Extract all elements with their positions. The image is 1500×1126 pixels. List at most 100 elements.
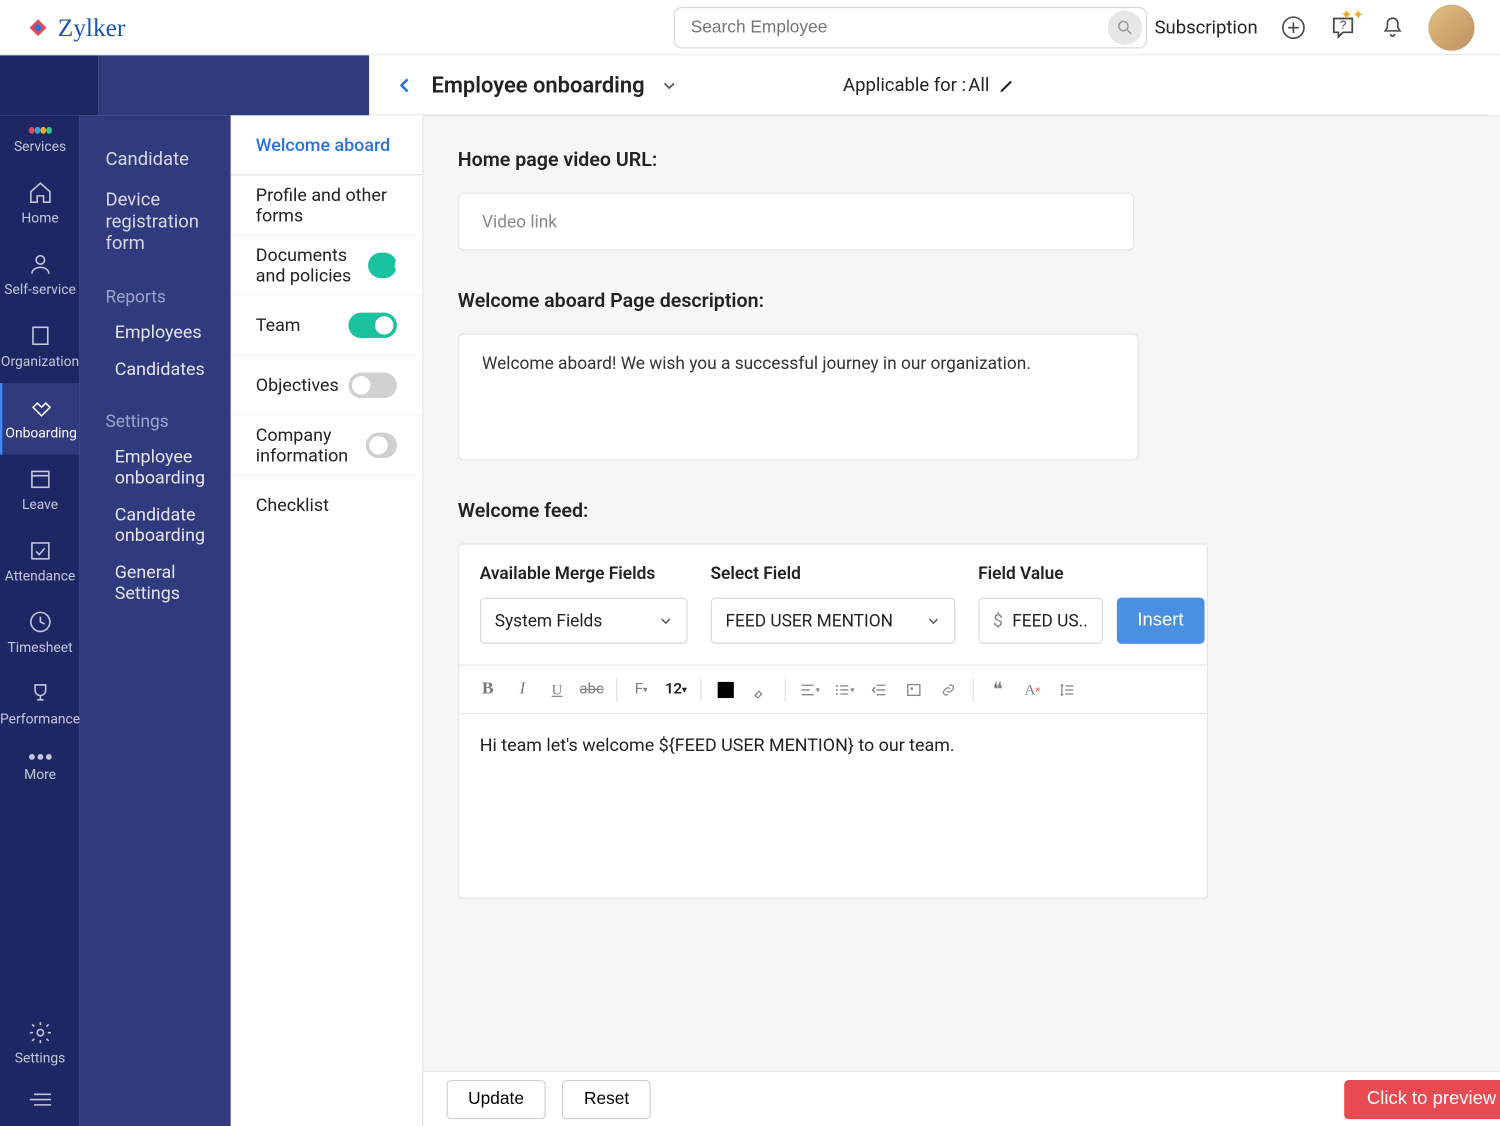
title-dropdown[interactable] (661, 77, 677, 93)
brand-logo[interactable]: Zylker (25, 12, 125, 42)
image-icon (905, 681, 921, 697)
back-button[interactable] (395, 74, 416, 95)
tab-checklist[interactable]: Checklist (230, 475, 422, 535)
sparkle-icon: ✦✦ (1341, 6, 1364, 22)
outdent-button[interactable] (866, 677, 891, 702)
nav-general-settings[interactable]: General Settings (80, 554, 230, 612)
pencil-icon (999, 76, 1017, 94)
rail-item-performance[interactable]: Performance (0, 669, 80, 741)
image-button[interactable] (901, 677, 926, 702)
underline-button[interactable]: U (544, 677, 569, 702)
tab-documents-policies[interactable]: Documents and policies (230, 235, 422, 295)
tab-team[interactable]: Team (230, 295, 422, 355)
welcome-feed-box: Available Merge Fields System Fields Sel… (458, 543, 1208, 898)
calendar-check-icon (27, 538, 52, 563)
rail-item-organization[interactable]: Organization (0, 312, 80, 384)
list-icon (834, 681, 850, 697)
rail-item-selfservice[interactable]: Self-service (0, 240, 80, 312)
nav-candidate[interactable]: Candidate (80, 138, 230, 178)
video-url-placeholder: Video link (482, 211, 557, 232)
line-height-icon (1059, 681, 1075, 697)
highlighter-icon (752, 681, 768, 697)
page-header: Employee onboarding Applicable for :All (369, 55, 1488, 115)
services-icon (29, 127, 52, 134)
video-url-input[interactable]: Video link (458, 193, 1134, 251)
left-rail: Services Home Self-service Organization … (0, 115, 80, 1126)
add-button[interactable] (1281, 14, 1306, 39)
rail-item-collapse[interactable] (0, 1080, 80, 1126)
person-icon (27, 252, 52, 277)
link-button[interactable] (935, 677, 960, 702)
applicable-label: Applicable for : (843, 74, 966, 96)
rail-item-attendance[interactable]: Attendance (0, 526, 80, 598)
rail-item-services[interactable]: Services (0, 115, 80, 168)
rail-item-home[interactable]: Home (0, 168, 80, 240)
align-button[interactable]: ▾ (797, 677, 822, 702)
tab-label: Objectives (256, 374, 339, 395)
fontsize-button[interactable]: 12▾ (663, 677, 688, 702)
avatar[interactable] (1428, 4, 1474, 50)
reset-button[interactable]: Reset (562, 1079, 651, 1118)
search-button[interactable] (1107, 10, 1142, 45)
toggle-objectives[interactable] (348, 372, 396, 397)
list-button[interactable]: ▾ (832, 677, 857, 702)
rail-item-more[interactable]: More (0, 741, 80, 796)
merge-fields-select[interactable]: System Fields (480, 598, 688, 644)
toggle-documents[interactable] (368, 252, 396, 277)
rail-item-leave[interactable]: Leave (0, 455, 80, 527)
rail-label: Timesheet (7, 639, 72, 655)
page-desc-input[interactable]: Welcome aboard! We wish you a successful… (458, 333, 1139, 460)
home-icon (27, 180, 52, 205)
chevron-down-icon (926, 614, 940, 628)
search-input[interactable] (673, 6, 1146, 48)
nav-candidates[interactable]: Candidates (80, 351, 230, 388)
rail-label: Self-service (4, 282, 76, 298)
tab-label: Welcome aboard (256, 134, 390, 155)
subscription-link[interactable]: Subscription (1155, 16, 1258, 38)
tab-profile-forms[interactable]: Profile and other forms (230, 175, 422, 235)
preview-button[interactable]: Click to preview (1344, 1079, 1500, 1118)
quote-button[interactable]: ❝ (985, 677, 1010, 702)
tab-label: Team (256, 314, 301, 335)
update-button[interactable]: Update (446, 1079, 546, 1118)
brand-name: Zylker (58, 12, 126, 42)
editor-toolbar: B I U abc F▾ 12▾ ▾ ▾ (459, 665, 1207, 713)
page-desc-label: Welcome aboard Page description: (458, 290, 1500, 313)
notifications-button[interactable] (1380, 14, 1405, 39)
select-field-select[interactable]: FEED USER MENTION (710, 598, 955, 644)
select-value: System Fields (495, 610, 603, 631)
rail-item-onboarding[interactable]: Onboarding (0, 383, 80, 455)
nav-candidate-onboarding[interactable]: Candidate onboarding (80, 496, 230, 554)
italic-button[interactable]: I (510, 677, 535, 702)
clear-format-button[interactable]: A× (1020, 677, 1045, 702)
line-height-button[interactable] (1054, 677, 1079, 702)
tab-label: Company information (256, 424, 366, 466)
text-color-button[interactable] (713, 677, 738, 702)
toggle-company-info[interactable] (366, 432, 397, 457)
help-button[interactable]: ? ✦✦ (1329, 13, 1357, 41)
editor-area[interactable]: Hi team let's welcome ${FEED USER MENTIO… (459, 713, 1207, 898)
edit-applicable-button[interactable] (999, 76, 1017, 94)
toggle-team[interactable] (348, 312, 396, 337)
field-value-display: $FEED US.. (978, 598, 1103, 644)
highlight-button[interactable] (747, 677, 772, 702)
font-button[interactable]: F▾ (629, 677, 654, 702)
rail-item-timesheet[interactable]: Timesheet (0, 598, 80, 670)
nav-employee-onboarding[interactable]: Employee onboarding (80, 438, 230, 496)
nav-settings-header: Settings (80, 388, 230, 439)
nav-employees[interactable]: Employees (80, 314, 230, 351)
nav-device-registration[interactable]: Device registration form (80, 179, 230, 263)
tab-objectives[interactable]: Objectives (230, 355, 422, 415)
merge-fields-label: Available Merge Fields (480, 563, 688, 584)
rail-item-settings[interactable]: Settings (0, 1008, 80, 1080)
handshake-icon (29, 395, 54, 420)
bold-button[interactable]: B (475, 677, 500, 702)
rail-label: Leave (22, 496, 58, 512)
insert-button[interactable]: Insert (1117, 598, 1205, 644)
strike-button[interactable]: abc (579, 677, 604, 702)
rail-label: Organization (1, 353, 79, 369)
tab-company-info[interactable]: Company information (230, 415, 422, 475)
field-value-label: Field Value (978, 563, 1204, 584)
select-field-label: Select Field (710, 563, 955, 584)
tab-welcome-aboard[interactable]: Welcome aboard (230, 115, 422, 175)
